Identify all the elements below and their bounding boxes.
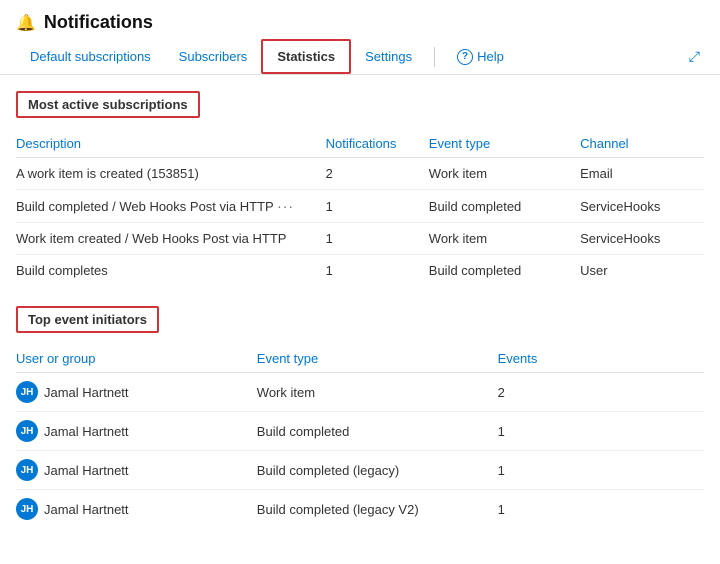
avatar: JH (16, 459, 38, 481)
tab-statistics[interactable]: Statistics (261, 39, 351, 74)
cell-events-count: 1 (498, 490, 704, 529)
col-header-eventtype: Event type (429, 130, 580, 158)
cell-eventtype: Work item (429, 158, 580, 190)
cell-user: JH Jamal Hartnett (16, 490, 257, 529)
cell-channel: ServiceHooks (580, 223, 704, 255)
user-avatar-container: JH Jamal Hartnett (16, 420, 129, 442)
table-row: Work item created / Web Hooks Post via H… (16, 223, 704, 255)
col-header-event: Event type (257, 345, 498, 373)
help-circle-icon: ? (457, 49, 473, 65)
cell-channel: ServiceHooks (580, 190, 704, 223)
table-row: JH Jamal Hartnett Build completed1 (16, 412, 704, 451)
user-name: Jamal Hartnett (44, 502, 129, 517)
table-row: JH Jamal Hartnett Build completed (legacy)… (16, 451, 704, 490)
cell-user: JH Jamal Hartnett (16, 451, 257, 490)
cell-eventtype: Build completed (429, 190, 580, 223)
cell-events-count: 1 (498, 451, 704, 490)
dots-menu[interactable]: ··· (277, 198, 294, 214)
notifications-icon: 🔔 (16, 13, 36, 33)
cell-event-type: Build completed (legacy V2) (257, 490, 498, 529)
table-row: Build completes1Build completedUser (16, 255, 704, 287)
nav-divider (434, 47, 435, 67)
active-subscriptions-table: Description Notifications Event type Cha… (16, 130, 704, 286)
table-row: JH Jamal Hartnett Work item2 (16, 373, 704, 412)
cell-user: JH Jamal Hartnett (16, 412, 257, 451)
page-header: 🔔 Notifications (0, 0, 720, 39)
cell-notifications: 2 (326, 158, 429, 190)
user-avatar-container: JH Jamal Hartnett (16, 459, 129, 481)
cell-eventtype: Work item (429, 223, 580, 255)
user-name: Jamal Hartnett (44, 385, 129, 400)
main-content: Most active subscriptions Description No… (0, 75, 720, 564)
col-header-notifications: Notifications (326, 130, 429, 158)
tab-settings[interactable]: Settings (351, 41, 426, 72)
cell-events-count: 1 (498, 412, 704, 451)
table-row: A work item is created (153851)2Work ite… (16, 158, 704, 190)
cell-description: Build completed / Web Hooks Post via HTT… (16, 190, 326, 223)
cell-event-type: Build completed (legacy) (257, 451, 498, 490)
avatar: JH (16, 498, 38, 520)
top-initiators-table: User or group Event type Events JH Jamal … (16, 345, 704, 528)
cell-description: Work item created / Web Hooks Post via H… (16, 223, 326, 255)
cell-event-type: Work item (257, 373, 498, 412)
tab-help[interactable]: ? Help (443, 41, 518, 73)
cell-events-count: 2 (498, 373, 704, 412)
cell-description: Build completes (16, 255, 326, 287)
active-subscriptions-header: Most active subscriptions (16, 91, 200, 118)
col-header-channel: Channel (580, 130, 704, 158)
cell-channel: User (580, 255, 704, 287)
user-name: Jamal Hartnett (44, 424, 129, 439)
cell-channel: Email (580, 158, 704, 190)
col-header-user: User or group (16, 345, 257, 373)
tab-default-subscriptions[interactable]: Default subscriptions (16, 41, 165, 72)
user-name: Jamal Hartnett (44, 463, 129, 478)
cell-user: JH Jamal Hartnett (16, 373, 257, 412)
col-header-description: Description (16, 130, 326, 158)
table-row: Build completed / Web Hooks Post via HTT… (16, 190, 704, 223)
cell-description-text: Build completed / Web Hooks Post via HTT… (16, 199, 273, 214)
table-row: JH Jamal Hartnett Build completed (legacy … (16, 490, 704, 529)
nav-bar: Default subscriptions Subscribers Statis… (0, 39, 720, 75)
cell-eventtype: Build completed (429, 255, 580, 287)
cell-notifications: 1 (326, 255, 429, 287)
expand-icon[interactable]: ⤢ (685, 44, 704, 69)
user-avatar-container: JH Jamal Hartnett (16, 498, 129, 520)
page-title: Notifications (44, 12, 153, 33)
cell-notifications: 1 (326, 190, 429, 223)
user-avatar-container: JH Jamal Hartnett (16, 381, 129, 403)
cell-description: A work item is created (153851) (16, 158, 326, 190)
avatar: JH (16, 381, 38, 403)
tab-subscribers[interactable]: Subscribers (165, 41, 262, 72)
col-header-events: Events (498, 345, 704, 373)
cell-event-type: Build completed (257, 412, 498, 451)
avatar: JH (16, 420, 38, 442)
help-label: Help (477, 49, 504, 64)
cell-notifications: 1 (326, 223, 429, 255)
top-initiators-header: Top event initiators (16, 306, 159, 333)
